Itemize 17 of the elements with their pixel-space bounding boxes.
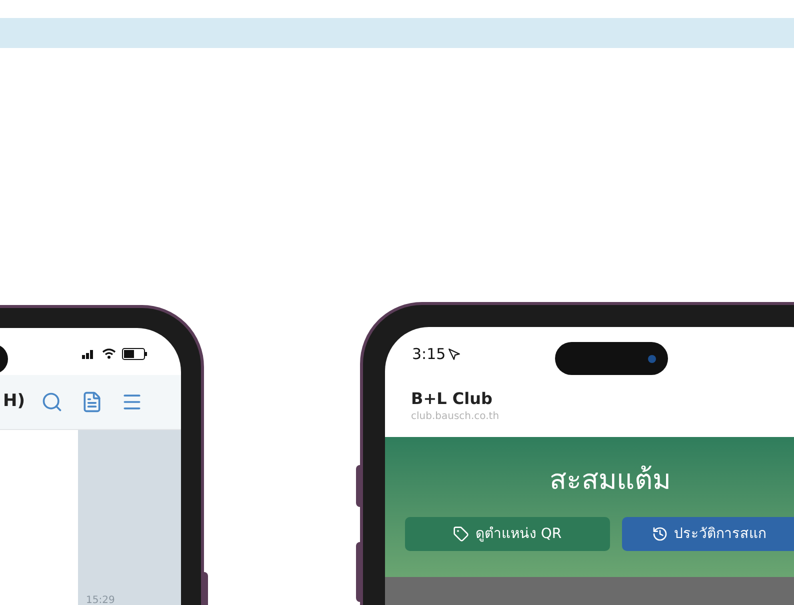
document-icon[interactable]: [81, 391, 103, 413]
search-icon[interactable]: [41, 391, 63, 413]
site-url: club.bausch.co.th: [411, 410, 500, 424]
camera-lens-icon: [648, 354, 656, 362]
battery-icon: [122, 348, 148, 360]
scan-history-button[interactable]: ประวัติการสแก: [622, 517, 794, 551]
qr-location-button[interactable]: ดูตำแหน่ง QR: [405, 517, 610, 551]
header-title: H): [3, 390, 25, 414]
history-icon: [652, 526, 668, 542]
location-arrow-icon: [448, 348, 461, 360]
signal-icon: [82, 348, 96, 358]
message-time: 15:29: [86, 595, 115, 605]
banner-title: สะสมแต้ม: [550, 462, 670, 498]
tag-icon: [453, 526, 470, 542]
status-time: 3:15: [412, 344, 446, 365]
wifi-icon: [102, 348, 116, 359]
site-title: B+L Club: [411, 388, 494, 408]
